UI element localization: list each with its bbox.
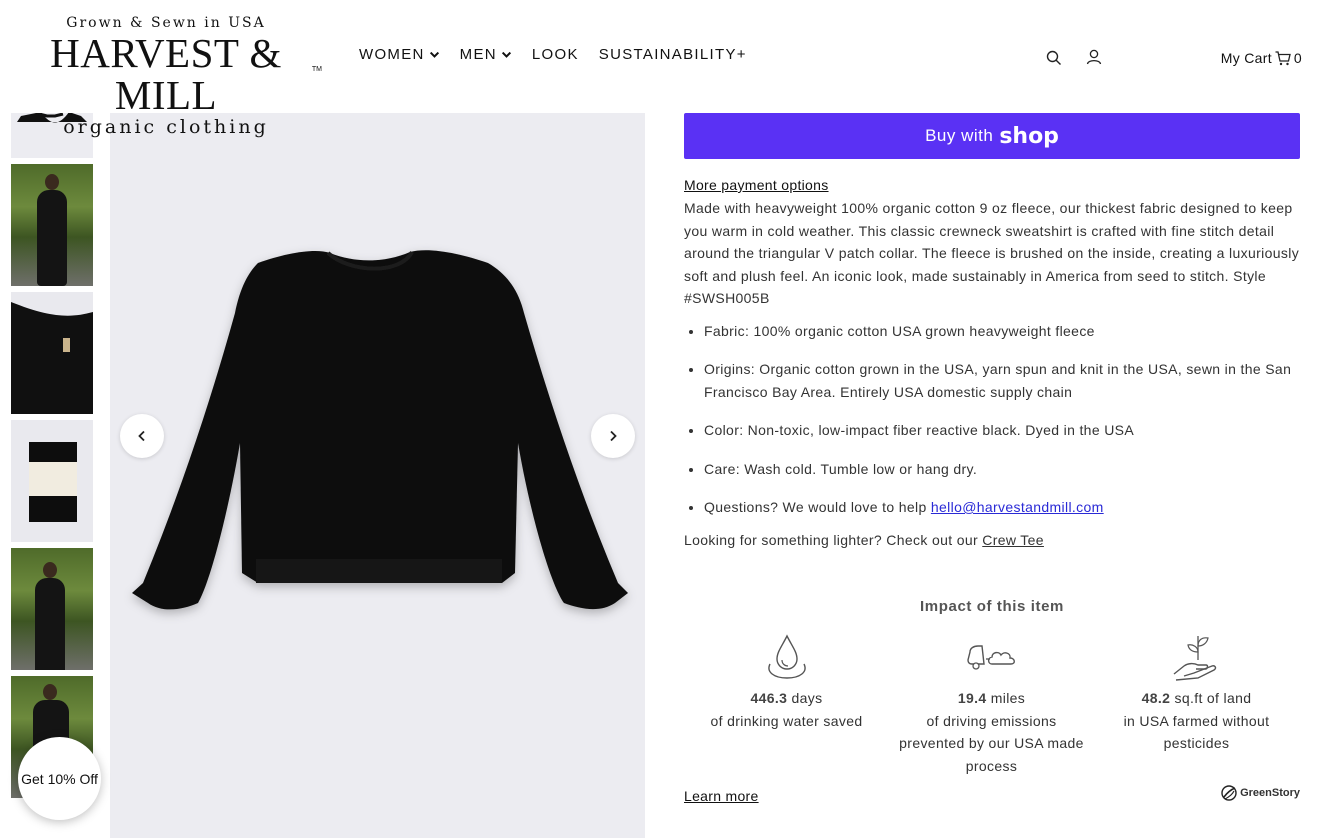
nav-women[interactable]: WOMEN bbox=[359, 46, 440, 63]
logo-brand: HARVEST & MILL bbox=[50, 30, 282, 118]
brand-logo[interactable]: Grown & Sewn in USA HARVEST & MILL organ… bbox=[10, 14, 322, 138]
header-actions: My Cart 0 bbox=[1046, 46, 1302, 66]
thumbnail-list bbox=[11, 36, 93, 804]
impact-emissions-desc-2: prevented by our USA made process bbox=[899, 735, 1084, 774]
chevron-left-icon bbox=[138, 430, 145, 442]
cart-icon bbox=[1275, 50, 1291, 65]
impact-emissions-desc: of driving emissions bbox=[926, 712, 1057, 729]
greenstory-badge[interactable]: GreenStory bbox=[1221, 785, 1300, 801]
questions-text: Questions? We would love to help bbox=[704, 499, 931, 515]
nav-women-label: WOMEN bbox=[359, 46, 425, 63]
thumbnail-2[interactable] bbox=[11, 164, 93, 286]
thumbnail-5[interactable] bbox=[11, 548, 93, 670]
nav-men-label: MEN bbox=[459, 46, 497, 63]
discount-label: Get 10% Off bbox=[21, 770, 98, 787]
impact-emissions: 19.4 miles of driving emissions prevente… bbox=[889, 631, 1094, 777]
impact-land-desc: in USA farmed without pesticides bbox=[1123, 712, 1270, 752]
feature-color: Color: Non-toxic, low-impact fiber react… bbox=[704, 419, 1300, 442]
impact-title: Impact of this item bbox=[920, 598, 1064, 615]
greenstory-label: GreenStory bbox=[1240, 787, 1300, 799]
hand-plant-icon bbox=[1173, 636, 1216, 681]
impact-water-value: 446.3 bbox=[750, 690, 788, 706]
product-details: Buy with shop More payment options Made … bbox=[684, 113, 1300, 804]
logo-subtitle: organic clothing bbox=[63, 116, 269, 138]
greenstory-logo-icon bbox=[1221, 785, 1237, 801]
impact-water: 446.3 days of drinking water saved bbox=[684, 631, 889, 732]
impact-land-unit: sq.ft of land bbox=[1170, 690, 1252, 706]
impact-emissions-value: 19.4 bbox=[957, 690, 987, 706]
nav-look-label: LOOK bbox=[531, 46, 579, 63]
buy-with-label: Buy with bbox=[925, 126, 994, 145]
main-nav: WOMEN MEN LOOK SUSTAINABILITY+ bbox=[359, 46, 747, 63]
feature-care: Care: Wash cold. Tumble low or hang dry. bbox=[704, 458, 1300, 481]
cart-label: My Cart bbox=[1220, 50, 1272, 66]
cart-count: 0 bbox=[1293, 50, 1302, 66]
site-header: Grown & Sewn in USA HARVEST & MILL organ… bbox=[0, 0, 1319, 138]
thumbnail-4[interactable] bbox=[11, 420, 93, 542]
chevron-right-icon bbox=[610, 430, 617, 442]
nav-sustainability[interactable]: SUSTAINABILITY+ bbox=[599, 46, 747, 63]
feature-origins: Origins: Organic cotton grown in the USA… bbox=[704, 358, 1300, 403]
water-drop-icon bbox=[767, 634, 806, 679]
discount-popup-button[interactable]: Get 10% Off bbox=[18, 737, 101, 820]
impact-emissions-unit: miles bbox=[986, 690, 1026, 706]
cart-button[interactable]: My Cart 0 bbox=[1221, 50, 1302, 66]
product-features: Fabric: 100% organic cotton USA grown he… bbox=[684, 320, 1300, 519]
nav-men[interactable]: MEN bbox=[460, 46, 512, 63]
feature-questions: Questions? We would love to help hello@h… bbox=[704, 496, 1300, 519]
chevron-down-icon bbox=[429, 51, 439, 58]
thumbnail-3[interactable] bbox=[11, 292, 93, 414]
shop-pay-logo: shop bbox=[999, 123, 1059, 149]
lighter-text: Looking for something lighter? Check out… bbox=[684, 531, 983, 548]
shop-pay-button[interactable]: Buy with shop bbox=[684, 113, 1300, 159]
learn-more-link[interactable]: Learn more bbox=[684, 788, 759, 804]
sweatshirt-image bbox=[132, 250, 628, 610]
nav-sustainability-label: SUSTAINABILITY+ bbox=[598, 46, 747, 63]
product-main-image[interactable] bbox=[110, 113, 645, 838]
next-image-button[interactable] bbox=[591, 414, 635, 458]
product-description: Made with heavyweight 100% organic cotto… bbox=[684, 200, 1300, 306]
more-payment-options-link[interactable]: More payment options bbox=[684, 177, 829, 193]
feature-fabric: Fabric: 100% organic cotton USA grown he… bbox=[704, 320, 1300, 343]
logo-trademark: TM bbox=[311, 66, 322, 73]
impact-water-unit: days bbox=[787, 690, 823, 706]
prev-image-button[interactable] bbox=[120, 414, 164, 458]
lighter-suggestion: Looking for something lighter? Check out… bbox=[684, 532, 1300, 548]
car-emissions-icon bbox=[966, 645, 1015, 670]
search-icon[interactable] bbox=[1044, 48, 1064, 68]
nav-look[interactable]: LOOK bbox=[532, 46, 579, 63]
crew-tee-link[interactable]: Crew Tee bbox=[982, 532, 1044, 548]
email-link[interactable]: hello@harvestandmill.com bbox=[931, 499, 1104, 515]
account-icon[interactable] bbox=[1084, 47, 1104, 67]
impact-land-value: 48.2 bbox=[1141, 690, 1171, 706]
impact-land: 48.2 sq.ft of land in USA farmed without… bbox=[1094, 631, 1299, 755]
impact-water-desc: of drinking water saved bbox=[710, 712, 863, 729]
chevron-down-icon bbox=[501, 51, 511, 58]
